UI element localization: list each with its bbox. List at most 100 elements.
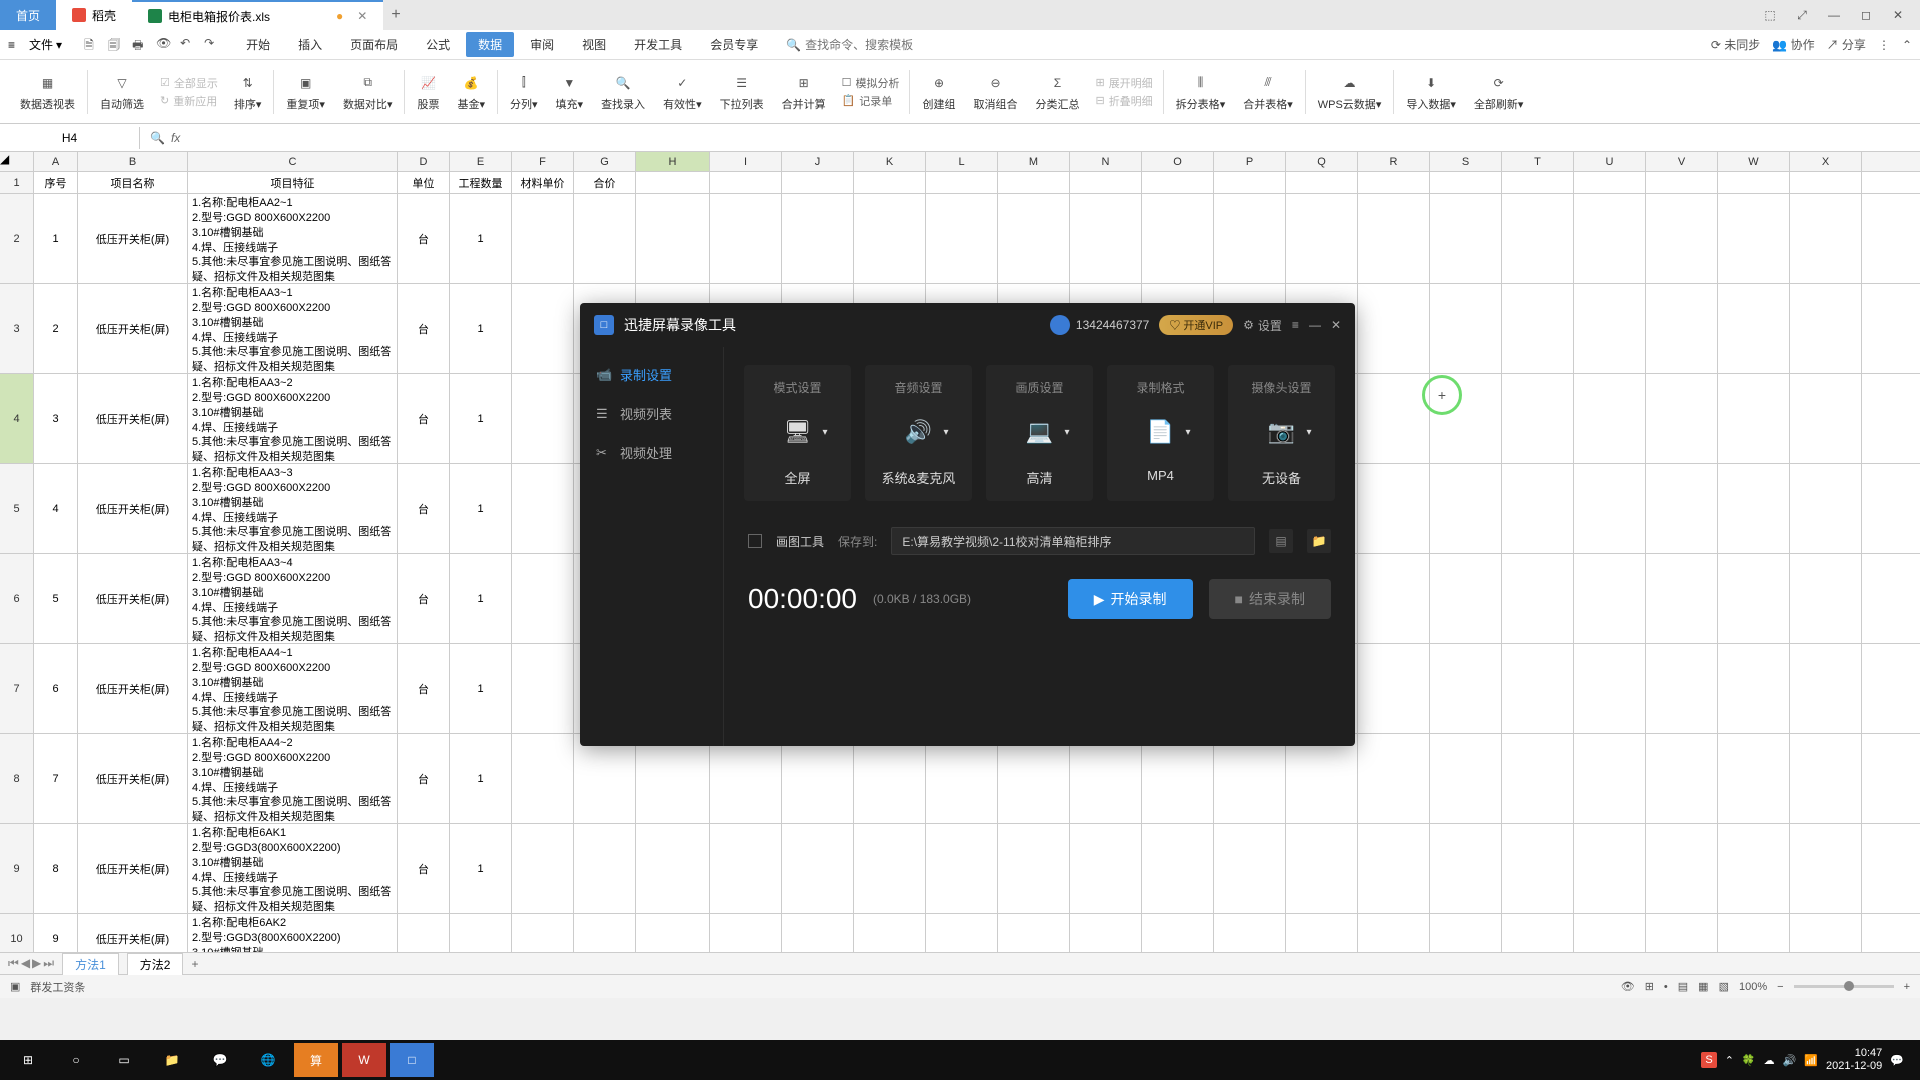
cell[interactable] xyxy=(1214,194,1286,283)
cell[interactable] xyxy=(998,194,1070,283)
cell[interactable]: 台 xyxy=(398,824,450,913)
recorder-user[interactable]: 13424467377 xyxy=(1050,315,1149,335)
cell[interactable] xyxy=(636,172,710,193)
ribbon-group[interactable]: ⊕创建组 xyxy=(914,72,963,112)
cell[interactable]: 台 xyxy=(398,644,450,733)
cell[interactable] xyxy=(1358,824,1430,913)
cell[interactable] xyxy=(1070,824,1142,913)
file-menu[interactable]: 文件▾ xyxy=(19,32,72,57)
cell[interactable] xyxy=(1574,554,1646,643)
menu-data[interactable]: 数据 xyxy=(466,32,514,57)
sidebar-record-settings[interactable]: 📹录制设置 xyxy=(580,355,723,394)
col-header[interactable]: M xyxy=(998,152,1070,171)
cell[interactable]: 3 xyxy=(34,374,78,463)
vip-button[interactable]: ♡ 开通VIP xyxy=(1159,315,1233,335)
ribbon-compare[interactable]: ⧉数据对比▾ xyxy=(335,72,401,112)
recorder-minimize-button[interactable]: — xyxy=(1309,318,1321,332)
cell[interactable] xyxy=(1430,554,1502,643)
cell[interactable] xyxy=(1214,172,1286,193)
cell[interactable] xyxy=(1358,464,1430,553)
cell[interactable] xyxy=(1646,914,1718,952)
cell[interactable] xyxy=(1502,194,1574,283)
cell[interactable]: 1 xyxy=(450,464,512,553)
zoom-icon[interactable]: • xyxy=(1664,981,1668,993)
cell[interactable]: 1 xyxy=(450,284,512,373)
card-mode[interactable]: 模式设置 🖥 ▾ 全屏 xyxy=(744,365,851,501)
col-header[interactable]: A xyxy=(34,152,78,171)
row-header[interactable]: 1 xyxy=(0,172,34,193)
expand-icon[interactable]: ⤢ xyxy=(1788,5,1816,25)
cell[interactable] xyxy=(1718,914,1790,952)
cell[interactable] xyxy=(1790,374,1862,463)
cell[interactable]: 1.名称:配电柜AA2~1 2.型号:GGD 800X600X2200 3.10… xyxy=(188,194,398,283)
cell[interactable] xyxy=(1286,914,1358,952)
view-normal-icon[interactable]: ▤ xyxy=(1678,980,1688,993)
cell[interactable] xyxy=(1358,644,1430,733)
cortana-icon[interactable]: ○ xyxy=(54,1043,98,1077)
cell[interactable] xyxy=(512,734,574,823)
cell[interactable]: 5 xyxy=(34,554,78,643)
cell[interactable] xyxy=(1430,284,1502,373)
zoom-slider[interactable] xyxy=(1794,985,1894,988)
cell[interactable]: 1 xyxy=(450,554,512,643)
close-tab-icon[interactable]: ✕ xyxy=(357,9,367,23)
cell[interactable] xyxy=(1358,914,1430,952)
cell[interactable] xyxy=(512,824,574,913)
row-header[interactable]: 7 xyxy=(0,644,34,733)
cell[interactable]: 1 xyxy=(450,644,512,733)
cell[interactable] xyxy=(998,734,1070,823)
ribbon-findrec[interactable]: 🔍查找录入 xyxy=(593,72,653,112)
cell[interactable]: 低压开关柜(屏) xyxy=(78,644,188,733)
cell[interactable]: 单位 xyxy=(398,172,450,193)
row-header[interactable]: 3 xyxy=(0,284,34,373)
cell[interactable] xyxy=(512,374,574,463)
cell[interactable]: 1.名称:配电柜AA4~2 2.型号:GGD 800X600X2200 3.10… xyxy=(188,734,398,823)
cell[interactable] xyxy=(710,734,782,823)
col-header[interactable]: T xyxy=(1502,152,1574,171)
cell[interactable] xyxy=(574,734,636,823)
cell[interactable]: 低压开关柜(屏) xyxy=(78,464,188,553)
cell[interactable] xyxy=(1790,464,1862,553)
close-button[interactable]: ✕ xyxy=(1884,5,1912,25)
card-format[interactable]: 录制格式 📄 ▾ MP4 xyxy=(1107,365,1214,501)
cell[interactable] xyxy=(1718,464,1790,553)
cell[interactable]: 1 xyxy=(34,194,78,283)
cell[interactable]: 1 xyxy=(450,824,512,913)
cell[interactable] xyxy=(1358,734,1430,823)
cell[interactable] xyxy=(1142,172,1214,193)
col-header[interactable]: C xyxy=(188,152,398,171)
card-audio[interactable]: 音频设置 🔊 ▾ 系统&麦克风 xyxy=(865,365,972,501)
col-header[interactable]: E xyxy=(450,152,512,171)
cell[interactable] xyxy=(782,194,854,283)
cell[interactable] xyxy=(1142,914,1214,952)
cell[interactable] xyxy=(854,914,926,952)
tray-notification-icon[interactable]: 💬 xyxy=(1890,1054,1904,1067)
cell[interactable] xyxy=(512,194,574,283)
cell[interactable] xyxy=(1502,914,1574,952)
cell[interactable] xyxy=(1502,644,1574,733)
cell[interactable] xyxy=(1574,824,1646,913)
cell[interactable] xyxy=(1574,172,1646,193)
minimize-button[interactable]: — xyxy=(1820,5,1848,25)
cell[interactable] xyxy=(1502,284,1574,373)
appearance-icon[interactable]: ⬚ xyxy=(1756,5,1784,25)
ribbon-pivot[interactable]: ▦数据透视表 xyxy=(12,72,83,112)
cell[interactable] xyxy=(1646,172,1718,193)
cell[interactable] xyxy=(512,644,574,733)
cell[interactable]: 台 xyxy=(398,554,450,643)
cell[interactable] xyxy=(1142,194,1214,283)
cell[interactable] xyxy=(512,914,574,952)
add-sheet-button[interactable]: + xyxy=(191,957,198,971)
search-input[interactable] xyxy=(805,38,945,52)
fx-label[interactable]: fx xyxy=(171,131,180,145)
cell[interactable] xyxy=(1574,464,1646,553)
start-recording-button[interactable]: ▶ 开始录制 xyxy=(1068,579,1193,619)
tab-home[interactable]: 首页 xyxy=(0,0,56,30)
cell[interactable] xyxy=(1646,734,1718,823)
col-header[interactable]: Q xyxy=(1286,152,1358,171)
cell[interactable]: 项目特征 xyxy=(188,172,398,193)
menu-layout[interactable]: 页面布局 xyxy=(338,32,410,57)
cell[interactable] xyxy=(1430,824,1502,913)
col-header[interactable]: X xyxy=(1790,152,1862,171)
cell[interactable] xyxy=(636,914,710,952)
